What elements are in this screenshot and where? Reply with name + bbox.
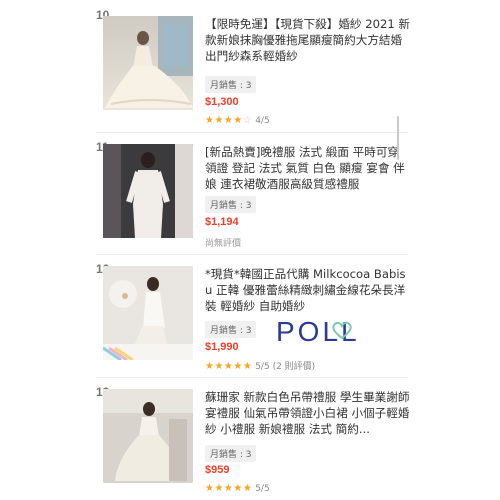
product-title[interactable]: [新品熱賣]晚禮服 法式 緞面 平時可穿 領證 登記 法式 氣質 白色 顯瘦 宴… [205, 144, 411, 192]
list-item[interactable]: 10 【限時免運】【現貨下殺】婚紗 2021 新款新娘抹胸優雅拖尾顯瘦簡約大方結… [88, 4, 416, 126]
product-price: $959 [205, 464, 230, 476]
product-thumbnail[interactable] [103, 266, 193, 360]
rating-score: 4/5 [255, 116, 270, 126]
product-price: $1,990 [205, 341, 239, 353]
list-item[interactable]: 13 蘇珊家 新款白色吊帶禮服 學生畢業謝師宴禮服 仙氣吊帶領證小白裙 小個子輕… [88, 381, 416, 499]
product-title[interactable]: 【限時免運】【現貨下殺】婚紗 2021 新款新娘抹胸優雅拖尾顯瘦簡約大方結婚出門… [205, 16, 411, 64]
divider [96, 377, 408, 378]
product-thumbnail[interactable] [103, 16, 193, 110]
product-thumbnail[interactable] [103, 389, 193, 483]
product-title[interactable]: *現貨*韓國正品代購 Milkcocoa Babisu 正韓 優雅蕾絲精緻刺繡金… [205, 266, 411, 314]
rating-row: ★★★★☆ 4/5 [205, 115, 270, 126]
divider [96, 132, 408, 133]
divider [96, 254, 408, 255]
star-rating-icon: ★★★★★ [205, 483, 253, 494]
star-rating-icon: ★★★★★ [205, 361, 253, 372]
product-title[interactable]: 蘇珊家 新款白色吊帶禮服 學生畢業謝師宴禮服 仙氣吊帶領證小白裙 小個子輕婚紗 … [205, 389, 411, 437]
list-item[interactable]: 12 *現貨*韓國正品代購 Milkcocoa Babisu 正韓 優雅蕾絲精緻… [88, 258, 416, 376]
product-price: $1,194 [205, 216, 239, 228]
product-thumbnail[interactable] [103, 144, 193, 238]
monthly-sales-badge: 月銷售 : 3 [205, 196, 257, 213]
rating-row: ★★★★★ 5/5 (2 則評價) [205, 359, 315, 372]
scrollbar[interactable] [397, 116, 399, 160]
monthly-sales-badge: 月銷售 : 3 [205, 321, 257, 338]
review-count[interactable]: (2 則評價) [273, 362, 316, 372]
heart-icon [332, 321, 352, 340]
rating-score: 5/5 [255, 362, 270, 372]
monthly-sales-badge: 月銷售 : 3 [205, 76, 257, 93]
list-item[interactable]: 11 [新品熱賣]晚禮服 法式 緞面 平時可穿 領證 登記 法式 氣質 白色 顯… [88, 136, 416, 254]
star-rating-icon: ★★★★☆ [205, 115, 253, 126]
monthly-sales-badge: 月銷售 : 3 [205, 445, 257, 462]
rating-row: ★★★★★ 5/5 [205, 483, 270, 494]
no-rating-text: 尚無評價 [205, 239, 242, 249]
rating-score: 5/5 [255, 484, 270, 494]
product-list: 10 【限時免運】【現貨下殺】婚紗 2021 新款新娘抹胸優雅拖尾顯瘦簡約大方結… [0, 0, 500, 500]
product-price: $1,300 [205, 96, 239, 108]
